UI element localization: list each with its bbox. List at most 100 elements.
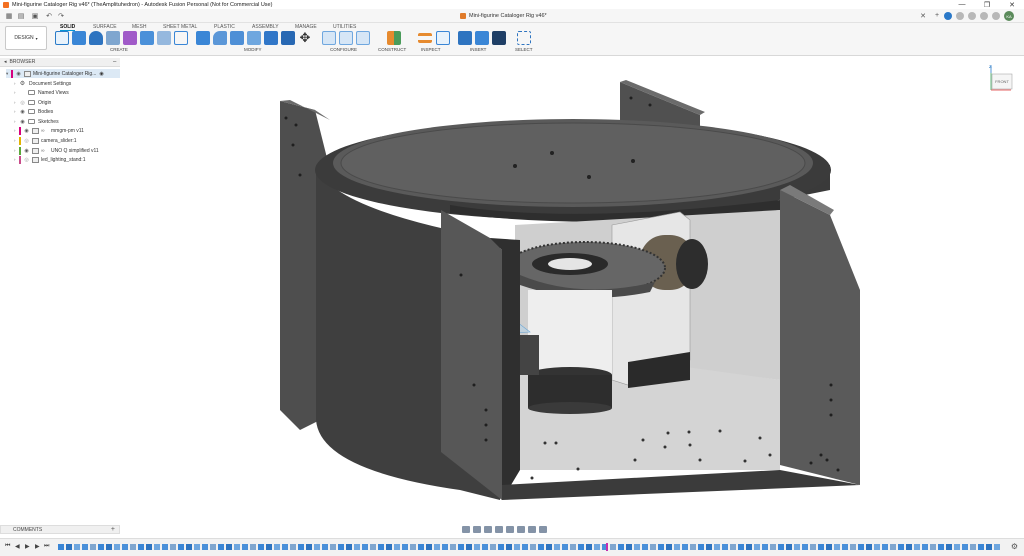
timeline-feature[interactable]	[594, 544, 600, 550]
timeline-feature[interactable]	[810, 544, 816, 550]
combine-icon[interactable]	[264, 31, 278, 45]
tab-mesh[interactable]: MESH	[132, 24, 146, 30]
section-analysis-icon[interactable]	[436, 31, 450, 45]
timeline-feature[interactable]	[202, 544, 208, 550]
timeline-settings-gear-icon[interactable]: ⚙	[1011, 542, 1018, 551]
timeline-feature[interactable]	[394, 544, 400, 550]
timeline-feature[interactable]	[682, 544, 688, 550]
visibility-eye-icon[interactable]: ◎	[23, 138, 30, 144]
visibility-eye-icon[interactable]: ◎	[23, 157, 30, 163]
timeline-feature[interactable]	[706, 544, 712, 550]
timeline-feature[interactable]	[490, 544, 496, 550]
canvas-viewport[interactable]	[120, 56, 1024, 521]
timeline-feature[interactable]	[138, 544, 144, 550]
insert-derive-icon[interactable]	[458, 31, 472, 45]
timeline-feature[interactable]	[666, 544, 672, 550]
timeline-feature[interactable]	[130, 544, 136, 550]
timeline-feature[interactable]	[378, 544, 384, 550]
timeline-feature[interactable]	[418, 544, 424, 550]
timeline-feature[interactable]	[546, 544, 552, 550]
timeline-feature[interactable]	[122, 544, 128, 550]
help-icon[interactable]	[992, 12, 1000, 20]
timeline-feature[interactable]	[282, 544, 288, 550]
job-status-icon[interactable]	[956, 12, 964, 20]
timeline-feature[interactable]	[850, 544, 856, 550]
timeline-feature[interactable]	[994, 544, 1000, 550]
pan-icon[interactable]	[484, 525, 492, 533]
go-to-end-icon[interactable]: ⏭	[44, 543, 49, 550]
timeline-feature[interactable]	[402, 544, 408, 550]
insert-mcmaster-icon[interactable]	[492, 31, 506, 45]
timeline-feature[interactable]	[674, 544, 680, 550]
visibility-eye-icon[interactable]: ◉	[23, 148, 30, 154]
timeline-feature[interactable]	[618, 544, 624, 550]
timeline-feature[interactable]	[530, 544, 536, 550]
timeline-feature[interactable]	[386, 544, 392, 550]
maximize-button[interactable]: ❐	[975, 0, 999, 9]
timeline-feature[interactable]	[578, 544, 584, 550]
timeline-feature[interactable]	[650, 544, 656, 550]
timeline-feature[interactable]	[698, 544, 704, 550]
browser-item-led-lighting-stand[interactable]: › ◎ led_lighting_stand:1	[14, 155, 85, 164]
timeline-feature[interactable]	[266, 544, 272, 550]
timeline-feature[interactable]	[866, 544, 872, 550]
viewports-icon[interactable]	[539, 525, 547, 533]
timeline-feature[interactable]	[170, 544, 176, 550]
timeline-feature[interactable]	[66, 544, 72, 550]
tab-plastic[interactable]: PLASTIC	[214, 24, 235, 30]
tab-assembly[interactable]: ASSEMBLY	[252, 24, 279, 30]
timeline-feature[interactable]	[946, 544, 952, 550]
timeline-feature[interactable]	[754, 544, 760, 550]
timeline-feature[interactable]	[218, 544, 224, 550]
timeline-feature[interactable]	[466, 544, 472, 550]
expand-icon[interactable]: ›	[14, 90, 19, 95]
timeline-feature[interactable]	[506, 544, 512, 550]
activate-radio-icon[interactable]: ◉	[99, 71, 103, 77]
look-at-icon[interactable]	[473, 525, 481, 533]
timeline-feature[interactable]	[210, 544, 216, 550]
timeline-feature[interactable]	[762, 544, 768, 550]
timeline-feature[interactable]	[482, 544, 488, 550]
browser-item-origin[interactable]: › ◎ Origin	[14, 98, 51, 107]
display-settings-icon[interactable]	[517, 525, 525, 533]
shell-icon[interactable]	[247, 31, 261, 45]
tab-solid[interactable]: SOLID	[60, 24, 76, 31]
timeline-feature[interactable]	[786, 544, 792, 550]
timeline-marker[interactable]	[606, 543, 608, 551]
timeline-feature[interactable]	[346, 544, 352, 550]
notifications-icon[interactable]	[968, 12, 976, 20]
insert-image-icon[interactable]	[475, 31, 489, 45]
timeline-feature[interactable]	[690, 544, 696, 550]
timeline-feature[interactable]	[194, 544, 200, 550]
configure-table-icon[interactable]	[322, 31, 336, 45]
timeline-feature[interactable]	[458, 544, 464, 550]
move-icon[interactable]: ✥	[298, 31, 312, 45]
collapse-icon[interactable]: ◂	[4, 59, 7, 65]
browser-item-uno-q[interactable]: › ◉ ∞ UNO Q simplified v11	[14, 146, 99, 155]
create-sketch-icon[interactable]	[55, 31, 69, 45]
timeline-feature[interactable]	[986, 544, 992, 550]
undo-icon[interactable]: ↶	[44, 11, 54, 20]
timeline-feature[interactable]	[714, 544, 720, 550]
timeline-feature[interactable]	[274, 544, 280, 550]
timeline-feature[interactable]	[562, 544, 568, 550]
browser-root[interactable]: ▾ ◉ Mini-figurine Cataloger Rig... ◉	[6, 69, 120, 78]
timeline-feature[interactable]	[906, 544, 912, 550]
timeline-feature[interactable]	[154, 544, 160, 550]
timeline-feature[interactable]	[634, 544, 640, 550]
timeline-feature[interactable]	[306, 544, 312, 550]
timeline-feature[interactable]	[642, 544, 648, 550]
timeline-feature[interactable]	[298, 544, 304, 550]
visibility-eye-icon[interactable]: ◉	[19, 119, 26, 125]
file-icon[interactable]: ▤	[16, 11, 26, 20]
timeline-feature[interactable]	[842, 544, 848, 550]
timeline-feature[interactable]	[114, 544, 120, 550]
timeline-feature[interactable]	[826, 544, 832, 550]
browser-item-sketches[interactable]: › ◉ Sketches	[14, 117, 59, 126]
visibility-eye-icon[interactable]: ◉	[23, 128, 30, 134]
timeline-feature[interactable]	[858, 544, 864, 550]
revolve-icon[interactable]	[89, 31, 103, 45]
browser-header[interactable]: ◂ BROWSER –	[0, 58, 120, 67]
timeline-feature[interactable]	[314, 544, 320, 550]
timeline-feature[interactable]	[890, 544, 896, 550]
